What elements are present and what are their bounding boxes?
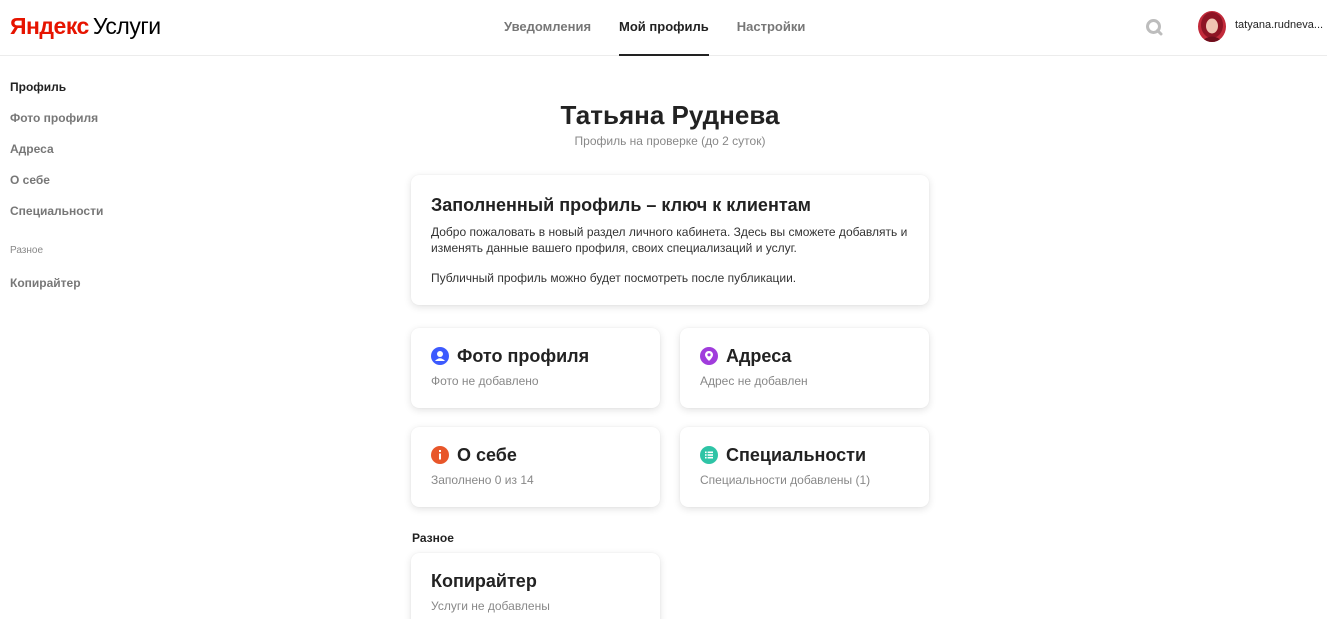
welcome-text: Добро пожаловать в новый раздел личного … — [431, 225, 908, 255]
tile-subtitle: Заполнено 0 из 14 — [431, 473, 534, 487]
page-title: Татьяна Руднева — [560, 100, 780, 130]
tab-settings[interactable]: Настройки — [737, 0, 806, 56]
tile-subtitle: Фото не добавлено — [431, 374, 539, 388]
tile-subtitle: Услуги не добавлены — [431, 599, 550, 613]
tile-title: Адреса — [726, 345, 792, 366]
welcome-title: Заполненный профиль – ключ к клиентам — [431, 195, 811, 215]
tile-specialties[interactable]: Специальности Специальности добавлены (1… — [680, 427, 929, 507]
tile-addresses[interactable]: Адреса Адрес не добавлен — [680, 328, 929, 408]
logo-service: Услуги — [92, 13, 161, 39]
sidebar-item-specialties[interactable]: Специальности — [10, 202, 190, 233]
welcome-card: Заполненный профиль – ключ к клиентам До… — [411, 175, 929, 305]
logo-brand: Яндекс — [10, 13, 89, 39]
tile-about[interactable]: О себе Заполнено 0 из 14 — [411, 427, 660, 507]
map-pin-icon — [700, 347, 718, 365]
yandex-services-logo[interactable]: Яндекс Услуги — [10, 12, 161, 40]
tile-title: Копирайтер — [431, 570, 537, 591]
top-header: Яндекс Услуги Уведомления Мой профиль Нас… — [0, 0, 1327, 56]
tile-title: Специальности — [726, 444, 867, 465]
tile-title: О себе — [457, 444, 517, 465]
sidebar-item-about[interactable]: О себе — [10, 171, 190, 202]
avatar[interactable] — [1198, 11, 1226, 42]
tile-copywriter[interactable]: Копирайтер Услуги не добавлены — [411, 553, 660, 619]
sidebar-section-label: Разное — [10, 245, 44, 256]
profile-status: Профиль на проверке (до 2 суток) — [574, 134, 766, 148]
search-icon[interactable] — [1145, 18, 1163, 36]
tile-subtitle: Адрес не добавлен — [700, 374, 808, 388]
info-icon — [431, 446, 449, 464]
user-icon — [431, 347, 449, 365]
avatar-photo-icon — [1198, 11, 1226, 42]
sidebar: Профиль Фото профиля Адреса О себе Специ… — [10, 78, 190, 305]
tile-subtitle: Специальности добавлены (1) — [700, 473, 871, 487]
sidebar-item-profile-photo[interactable]: Фото профиля — [10, 109, 190, 140]
sidebar-item-copywriter[interactable]: Копирайтер — [10, 274, 190, 305]
sidebar-item-profile[interactable]: Профиль — [10, 78, 190, 109]
tab-notifications[interactable]: Уведомления — [504, 0, 591, 56]
main-nav: Уведомления Мой профиль Настройки — [490, 0, 819, 56]
username[interactable]: tatyana.rudneva... — [1235, 19, 1323, 31]
welcome-note: Публичный профиль можно будет посмотреть… — [431, 271, 797, 285]
sidebar-item-addresses[interactable]: Адреса — [10, 140, 190, 171]
list-icon — [700, 446, 718, 464]
misc-section-label: Разное — [412, 531, 454, 545]
tile-profile-photo[interactable]: Фото профиля Фото не добавлено — [411, 328, 660, 408]
tab-my-profile[interactable]: Мой профиль — [619, 0, 709, 56]
tile-title: Фото профиля — [457, 345, 590, 366]
